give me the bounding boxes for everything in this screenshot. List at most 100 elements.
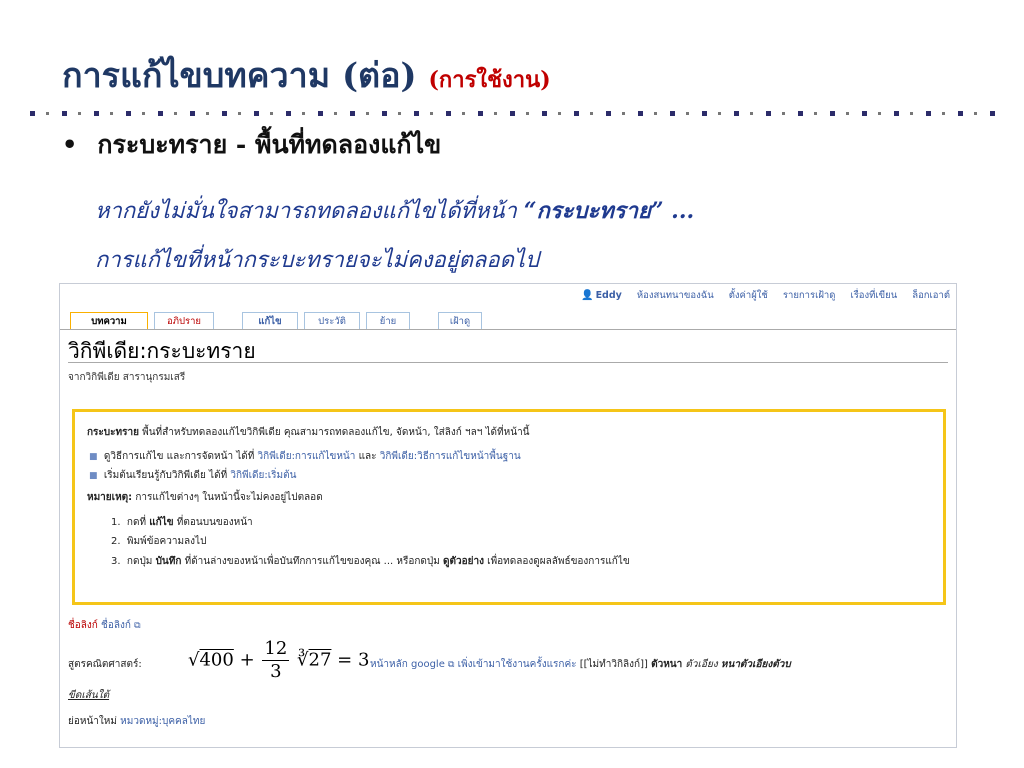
divider-dot — [126, 111, 131, 116]
list-item-text: เริ่มต้นเรียนรู้กับวิกิพีเดีย ได้ที่ — [103, 470, 231, 481]
divider-dot — [174, 112, 177, 115]
divider-dot — [750, 112, 753, 115]
cube-root-symbol: ∛ — [297, 649, 309, 671]
math-label: สูตรคณิตศาสตร์: — [68, 659, 142, 670]
step-item: 1. กดที่ แก้ไข ที่ตอนบนของหน้า — [111, 515, 253, 530]
step-number: 3. — [111, 556, 121, 567]
divider-dot — [654, 112, 657, 115]
divider-dot — [30, 111, 35, 116]
divider-dot — [238, 112, 241, 115]
nowiki-text: [[ไม่ทำวิกิลิงก์]] — [579, 659, 648, 670]
divider-dot — [718, 112, 721, 115]
divider-dot — [510, 111, 515, 116]
divider-dot — [766, 111, 771, 116]
bullet-square-icon: ■ — [89, 471, 98, 481]
fraction: 12 3 — [262, 638, 290, 681]
dotted-divider — [30, 111, 995, 123]
tab-move[interactable]: ย้าย — [366, 312, 410, 329]
divider-dot — [318, 111, 323, 116]
divider-dot — [686, 112, 689, 115]
divider-dot — [638, 111, 643, 116]
divider-dot — [910, 112, 913, 115]
link-getting-started[interactable]: วิกิพีเดีย:เริ่มต้น — [230, 470, 296, 481]
divider-dot — [270, 112, 273, 115]
external-link[interactable]: ชื่อลิงก์ — [101, 620, 131, 631]
step-text: ที่ด้านล่างของหน้าเพื่อบันทึกการแก้ไขของ… — [181, 556, 444, 567]
divider-dot — [542, 111, 547, 116]
divider-dot — [734, 111, 739, 116]
user-link[interactable]: Eddy — [596, 290, 622, 301]
divider-dot — [334, 112, 337, 115]
divider-dot — [878, 112, 881, 115]
title-divider — [68, 362, 948, 363]
link-edit-help[interactable]: วิกิพีเดีย:การแก้ไขหน้า — [258, 451, 356, 462]
divider-dot — [478, 111, 483, 116]
divider-dot — [782, 112, 785, 115]
note-text: การแก้ไขต่างๆ ในหน้านี้จะไม่คงอยู่ไปตลอด — [132, 492, 323, 503]
underline-sample: ขีดเส้นใต้ — [68, 690, 110, 701]
slide-bullet: • กระบะทราย - พื้นที่ทดลองแก้ไข — [62, 125, 441, 165]
external-link-icon: ⧉ — [448, 660, 455, 670]
line1-suffix: ... — [663, 198, 695, 224]
red-link[interactable]: ชื่อลิงก์ — [68, 620, 98, 631]
divider-dot — [462, 112, 465, 115]
divider-dot — [814, 112, 817, 115]
divider-dot — [958, 111, 963, 116]
divider-dot — [206, 112, 209, 115]
preferences-link[interactable]: ตั้งค่าผู้ใช้ — [729, 290, 768, 301]
plus-sign: + — [239, 649, 255, 671]
wiki-screenshot: 👤 Eddy ห้องสนทนาของฉัน ตั้งค่าผู้ใช้ รายก… — [59, 283, 957, 748]
slide-title: การแก้ไขบทความ (ต่อ) (การใช้งาน) — [62, 48, 551, 102]
personal-tools: 👤 Eddy ห้องสนทนาของฉัน ตั้งค่าผู้ใช้ รายก… — [581, 288, 950, 303]
step-text: เพื่อทดลองดูผลลัพธ์ของการแก้ไข — [483, 556, 630, 567]
bold-sample: ตัวหนา — [651, 659, 683, 670]
divider-dot — [398, 112, 401, 115]
math-formula: √400 + 12 3 ∛27 = 3 — [188, 640, 369, 681]
notice-intro-text: พื้นที่สำหรับทดลองแก้ไขวิกิพีเดีย คุณสาม… — [138, 427, 530, 438]
logout-link[interactable]: ล็อกเอาต์ — [912, 290, 950, 301]
category-link[interactable]: หมวดหมู่:บุคคลไทย — [120, 716, 205, 727]
divider-dot — [382, 111, 387, 116]
list-item-text: ดูวิธีการแก้ไข และการจัดหน้า ได้ที่ — [103, 451, 258, 462]
divider-dot — [414, 111, 419, 116]
step-item: 3. กดปุ่ม บันทึก ที่ด้านล่างของหน้าเพื่อ… — [111, 554, 630, 569]
equals-result: = 3 — [337, 649, 370, 671]
google-link[interactable]: หน้าหลัก google — [370, 659, 445, 670]
paragraph-text: ย่อหน้าใหม่ — [68, 716, 121, 727]
site-subtitle: จากวิกิพีเดีย สารานุกรมเสรี — [68, 372, 186, 383]
tab-watch[interactable]: เฝ้าดู — [438, 312, 482, 329]
divider-dot — [446, 111, 451, 116]
tab-edit[interactable]: แก้ไข — [242, 312, 298, 329]
line1-quote: “กระบะทราย” — [523, 198, 664, 224]
slide-title-main: การแก้ไขบทความ (ต่อ) — [62, 56, 417, 96]
page-title: วิกิพีเดีย:กระบะทราย — [68, 339, 256, 363]
newbie-link[interactable]: เพิ่งเข้ามาใช้งานครั้งแรกค่ะ — [458, 659, 577, 670]
divider-dot — [926, 111, 931, 116]
tab-history[interactable]: ประวัติ — [304, 312, 360, 329]
step-text: พิมพ์ข้อความลงไป — [126, 536, 207, 547]
divider-dot — [286, 111, 291, 116]
divider-dot — [574, 111, 579, 116]
step-bold: แก้ไข — [149, 517, 174, 528]
divider-dot — [350, 111, 355, 116]
watchlist-link[interactable]: รายการเฝ้าดู — [783, 290, 836, 301]
divider-dot — [702, 111, 707, 116]
sqrt-argument: 400 — [199, 649, 234, 671]
tab-article[interactable]: บทความ — [70, 312, 148, 329]
my-talk-link[interactable]: ห้องสนทนาของฉัน — [637, 290, 714, 301]
list-item: ■ ดูวิธีการแก้ไข และการจัดหน้า ได้ที่ วิ… — [89, 449, 521, 464]
notice-note: หมายเหตุ: การแก้ไขต่างๆ ในหน้านี้จะไม่คง… — [87, 490, 323, 505]
fraction-numerator: 12 — [262, 638, 290, 661]
divider-dot — [302, 112, 305, 115]
sample-links: ชื่อลิงก์ ชื่อลิงก์ ⧉ — [68, 618, 141, 633]
sqrt-symbol: √ — [188, 649, 200, 671]
slide-line-1: หากยังไม่มั่นใจสามารถทดลองแก้ไขได้ที่หน้… — [95, 193, 694, 228]
step-text: กดปุ่ม — [126, 556, 156, 567]
link-edit-basics[interactable]: วิกิพีเดีย:วิธีการแก้ไขหน้าพื้นฐาน — [380, 451, 521, 462]
tab-discussion[interactable]: อภิปราย — [154, 312, 214, 329]
cube-root-argument: 27 — [308, 649, 332, 671]
divider-dot — [862, 111, 867, 116]
tab-divider — [60, 329, 956, 330]
external-link-icon: ⧉ — [134, 621, 141, 631]
contributions-link[interactable]: เรื่องที่เขียน — [850, 290, 897, 301]
